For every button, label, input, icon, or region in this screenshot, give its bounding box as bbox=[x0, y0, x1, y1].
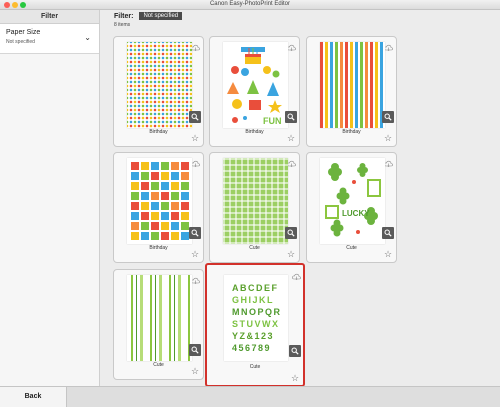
main-content: Filter: Not specified 8 items Birthday ☆ bbox=[101, 10, 500, 387]
favorite-star-icon[interactable]: ☆ bbox=[287, 134, 295, 143]
template-card[interactable]: FUN Birthday ☆ bbox=[209, 36, 300, 147]
card-label: Cute bbox=[346, 245, 357, 251]
card-label: Cute bbox=[249, 364, 261, 370]
template-card[interactable]: LUCKY Cute ☆ bbox=[306, 152, 397, 263]
card-label: Cute bbox=[249, 245, 260, 251]
favorite-star-icon[interactable]: ☆ bbox=[287, 250, 295, 259]
template-thumbnail: FUN bbox=[223, 42, 288, 128]
lucky-text: LUCKY bbox=[342, 209, 370, 218]
alphabet-row: ABCDEF bbox=[232, 283, 279, 293]
template-thumbnail: ABCDEF GHIJKL MNOPQR STUVWX YZ&123 45678… bbox=[224, 275, 288, 361]
card-label: Birthday bbox=[245, 129, 264, 135]
template-card-selected[interactable]: ABCDEF GHIJKL MNOPQR STUVWX YZ&123 45678… bbox=[205, 263, 305, 387]
filter-bar: Filter: Not specified bbox=[114, 11, 183, 21]
favorite-star-icon[interactable]: ☆ bbox=[191, 250, 199, 259]
bottom-bar: Back bbox=[0, 386, 500, 407]
zoom-icon[interactable] bbox=[189, 227, 201, 239]
favorite-star-icon[interactable]: ☆ bbox=[384, 250, 392, 259]
alphabet-row: MNOPQR bbox=[232, 307, 282, 317]
favorite-star-icon[interactable]: ☆ bbox=[384, 134, 392, 143]
template-thumbnail bbox=[127, 42, 192, 128]
filter-sidebar: Filter Paper Size Not specified ⌄ bbox=[0, 10, 100, 386]
item-count: 8 items bbox=[114, 22, 131, 28]
back-button[interactable]: Back bbox=[0, 387, 67, 407]
fun-text: FUN bbox=[263, 116, 282, 126]
alphabet-row: YZ&123 bbox=[232, 331, 274, 341]
zoom-icon[interactable] bbox=[285, 227, 297, 239]
template-card[interactable]: Birthday ☆ bbox=[113, 36, 204, 147]
favorite-star-icon[interactable]: ☆ bbox=[191, 367, 199, 376]
template-thumbnail bbox=[127, 158, 192, 244]
cloud-download-icon bbox=[287, 155, 296, 173]
filter-label: Filter: bbox=[114, 12, 134, 20]
zoom-icon[interactable] bbox=[289, 345, 301, 357]
cloud-download-icon bbox=[287, 39, 296, 57]
alphabet-row: STUVWX bbox=[232, 319, 280, 329]
template-thumbnail bbox=[320, 42, 385, 128]
favorite-star-icon[interactable]: ☆ bbox=[191, 134, 199, 143]
sidebar-title: Filter bbox=[0, 10, 99, 24]
zoom-icon[interactable] bbox=[382, 111, 394, 123]
template-thumbnail bbox=[223, 158, 288, 244]
alphabet-row: 456789 bbox=[232, 343, 271, 353]
cloud-download-icon bbox=[384, 155, 393, 173]
cloud-download-icon bbox=[292, 268, 301, 286]
card-label: Birthday bbox=[342, 129, 361, 135]
chevron-down-icon: ⌄ bbox=[84, 33, 91, 42]
title-bar: Canon Easy-PhotoPrint Editor bbox=[0, 0, 500, 10]
zoom-icon[interactable] bbox=[189, 111, 201, 123]
zoom-icon[interactable] bbox=[382, 227, 394, 239]
zoom-icon[interactable] bbox=[189, 344, 201, 356]
card-label: Birthday bbox=[149, 129, 168, 135]
template-card[interactable]: Birthday ☆ bbox=[306, 36, 397, 147]
card-label: Cute bbox=[153, 362, 164, 368]
template-thumbnail bbox=[127, 275, 192, 361]
template-card[interactable]: Birthday ☆ bbox=[113, 152, 204, 263]
filter-value-badge: Not specified bbox=[139, 12, 183, 20]
favorite-star-icon[interactable]: ☆ bbox=[291, 374, 299, 383]
paper-size-label: Paper Size bbox=[6, 29, 41, 36]
template-card[interactable]: Cute ☆ bbox=[209, 152, 300, 263]
cloud-download-icon bbox=[191, 155, 200, 173]
paper-size-dropdown[interactable]: Paper Size Not specified ⌄ bbox=[0, 24, 99, 54]
paper-size-value: Not specified bbox=[6, 39, 35, 45]
cloud-download-icon bbox=[191, 39, 200, 57]
card-label: Birthday bbox=[149, 245, 168, 251]
template-card[interactable]: Cute ☆ bbox=[113, 269, 204, 380]
zoom-icon[interactable] bbox=[285, 111, 297, 123]
template-thumbnail: LUCKY bbox=[320, 158, 385, 244]
window-title: Canon Easy-PhotoPrint Editor bbox=[209, 1, 291, 7]
cloud-download-icon bbox=[384, 39, 393, 57]
alphabet-row: GHIJKL bbox=[232, 295, 274, 305]
cloud-download-icon bbox=[191, 272, 200, 290]
